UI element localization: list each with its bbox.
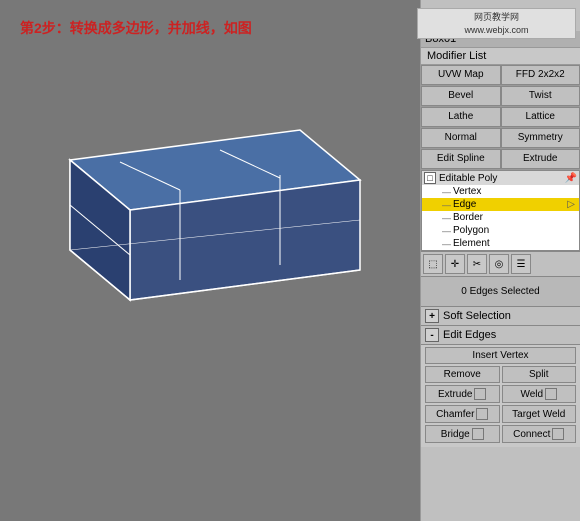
tree-expand-icon: □ xyxy=(424,172,436,184)
extrude-btn[interactable]: Extrude xyxy=(425,385,500,403)
watermark: 网页教学网 www.webjx.com xyxy=(417,8,576,39)
watermark-line1: 网页教学网 xyxy=(422,11,571,24)
select-icon[interactable]: ⬚ xyxy=(423,254,443,274)
symmetry-btn[interactable]: Symmetry xyxy=(501,128,580,148)
tree-edge[interactable]: Edge ▷ xyxy=(422,198,579,211)
edge-icon: ▷ xyxy=(567,199,575,210)
remove-btn[interactable]: Remove xyxy=(425,366,500,383)
tree-vertex[interactable]: Vertex xyxy=(422,185,579,198)
modifier-btn-row-2: Lathe Lattice xyxy=(421,107,580,128)
target-weld-btn[interactable]: Target Weld xyxy=(502,405,577,423)
cut-icon[interactable]: ✂ xyxy=(467,254,487,274)
extrude-weld-row: Extrude Weld xyxy=(425,385,576,403)
twist-btn[interactable]: Twist xyxy=(501,86,580,106)
icon-toolbar: ⬚ ✛ ✂ ◎ ☰ xyxy=(421,251,580,277)
split-btn[interactable]: Split xyxy=(502,366,577,383)
lathe-btn[interactable]: Lathe xyxy=(421,107,501,127)
viewport: 第2步：转换成多边形，并加线，如图 xyxy=(0,0,420,521)
pin-icon: 📌 xyxy=(565,173,577,184)
bridge-connect-row: Bridge Connect xyxy=(425,425,576,443)
extrude-settings-icon[interactable] xyxy=(474,388,486,400)
editable-poly-root[interactable]: □ Editable Poly 📌 xyxy=(422,171,579,185)
insert-vertex-btn[interactable]: Insert Vertex xyxy=(425,347,576,364)
edit-edges-toggle[interactable]: - xyxy=(425,328,439,342)
loop-icon[interactable]: ◎ xyxy=(489,254,509,274)
soft-selection-toggle[interactable]: + xyxy=(425,309,439,323)
soft-selection-label: Soft Selection xyxy=(443,310,511,322)
edit-edges-header[interactable]: - Edit Edges xyxy=(421,326,580,345)
bevel-btn[interactable]: Bevel xyxy=(421,86,501,106)
modifier-btn-row-1: Bevel Twist xyxy=(421,86,580,107)
tree-border[interactable]: Border xyxy=(422,211,579,224)
edit-edges-label: Edit Edges xyxy=(443,329,496,341)
soft-selection-header[interactable]: + Soft Selection xyxy=(421,307,580,326)
move-icon[interactable]: ✛ xyxy=(445,254,465,274)
connect-settings-icon[interactable] xyxy=(552,428,564,440)
chamfer-settings-icon[interactable] xyxy=(476,408,488,420)
bridge-settings-icon[interactable] xyxy=(472,428,484,440)
tree-polygon[interactable]: Polygon xyxy=(422,224,579,237)
weld-btn[interactable]: Weld xyxy=(502,385,577,403)
editable-poly-label: Editable Poly xyxy=(439,173,497,184)
weld-settings-icon[interactable] xyxy=(545,388,557,400)
selection-info: 0 Edges Selected xyxy=(421,277,580,307)
connect-btn[interactable]: Connect xyxy=(502,425,577,443)
watermark-line2: www.webjx.com xyxy=(422,24,571,37)
step-text: 第2步：转换成多边形，并加线，如图 xyxy=(20,18,252,38)
modifier-tree: □ Editable Poly 📌 Vertex Edge ▷ Border P… xyxy=(421,170,580,251)
tree-element[interactable]: Element xyxy=(422,237,579,250)
edit-spline-btn[interactable]: Edit Spline xyxy=(421,149,501,169)
lattice-btn[interactable]: Lattice xyxy=(501,107,580,127)
modifier-btn-row-4: Edit Spline Extrude xyxy=(421,149,580,170)
remove-split-row: Remove Split xyxy=(425,366,576,383)
ffd-btn[interactable]: FFD 2x2x2 xyxy=(501,65,580,85)
edit-edges-content: Insert Vertex Remove Split Extrude Weld … xyxy=(421,345,580,447)
uvw-map-btn[interactable]: UVW Map xyxy=(421,65,501,85)
modifier-btn-row-0: UVW Map FFD 2x2x2 xyxy=(421,65,580,86)
extrude-mod-btn[interactable]: Extrude xyxy=(501,149,580,169)
modifier-btn-row-3: Normal Symmetry xyxy=(421,128,580,149)
chamfer-btn[interactable]: Chamfer xyxy=(425,405,500,423)
bridge-btn[interactable]: Bridge xyxy=(425,425,500,443)
normal-btn[interactable]: Normal xyxy=(421,128,501,148)
right-panel: 网页教学网 www.webjx.com Box01 Modifier List … xyxy=(420,0,580,521)
chamfer-target-row: Chamfer Target Weld xyxy=(425,405,576,423)
settings-icon[interactable]: ☰ xyxy=(511,254,531,274)
modifier-list-label: Modifier List xyxy=(421,48,580,65)
